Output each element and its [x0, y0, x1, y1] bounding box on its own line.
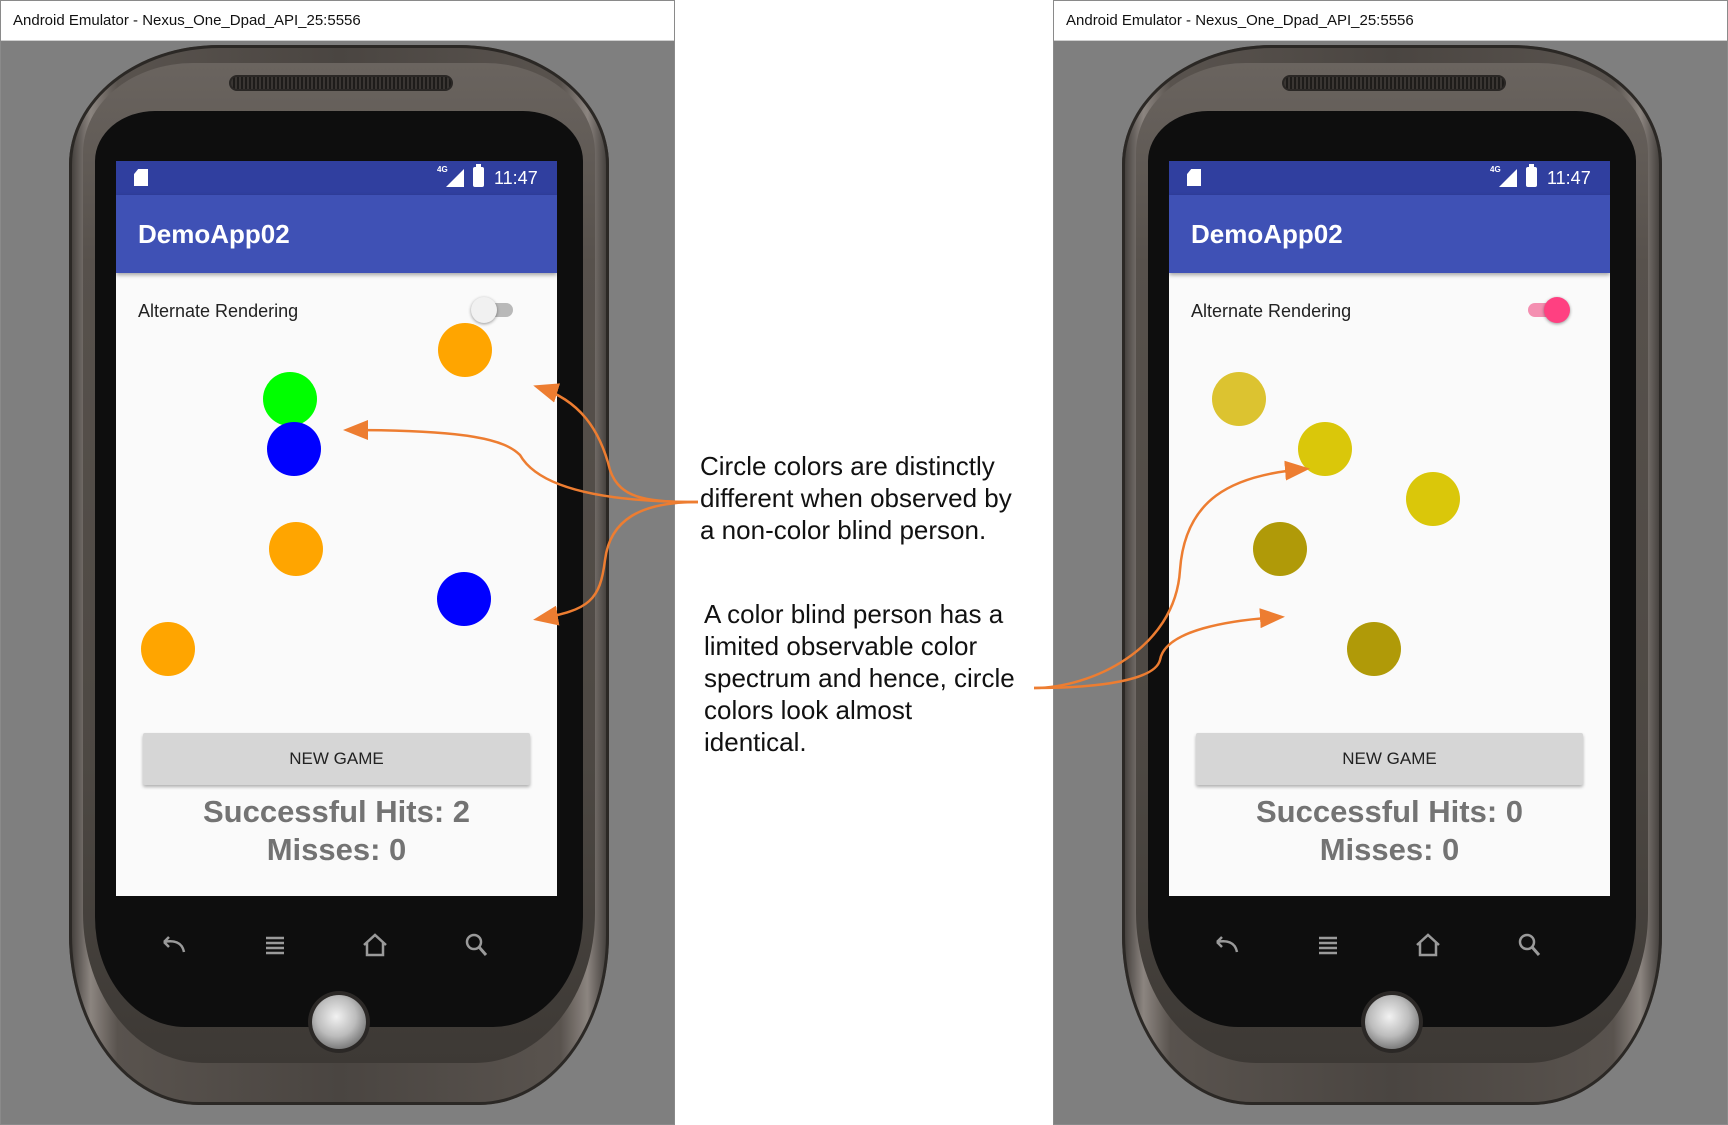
status-clock: 11:47: [494, 168, 538, 188]
hardware-nav-bar: [116, 915, 557, 975]
emulator-window-right: Android Emulator - Nexus_One_Dpad_API_25…: [1053, 0, 1728, 1125]
battery-icon: [473, 164, 484, 187]
back-icon[interactable]: [156, 930, 190, 960]
successful-hits-text: Successful Hits: 2: [202, 794, 471, 829]
misses-text: Misses: 0: [1319, 832, 1460, 867]
game-circle[interactable]: [1298, 422, 1352, 476]
annotation-line: spectrum and hence, circle: [704, 663, 1015, 693]
status-clock: 11:47: [1547, 168, 1591, 188]
annotation-line: colors look almost: [704, 695, 913, 725]
annotation-line: Circle colors are distinctly: [700, 451, 995, 481]
game-circle[interactable]: [263, 372, 317, 426]
search-icon[interactable]: [1513, 930, 1547, 960]
app-bar: DemoApp02: [116, 195, 557, 273]
home-icon[interactable]: [1411, 930, 1445, 960]
status-bar: 4G 11:47: [116, 161, 557, 195]
game-circle[interactable]: [438, 323, 492, 377]
alternate-rendering-switch[interactable]: [471, 295, 517, 325]
annotation-line: identical.: [704, 727, 807, 757]
game-circle[interactable]: [269, 522, 323, 576]
menu-icon[interactable]: [1311, 930, 1345, 960]
search-icon[interactable]: [460, 930, 494, 960]
emulator-window-left: Android Emulator - Nexus_One_Dpad_API_25…: [0, 0, 675, 1125]
device-screen: 4G 11:47 DemoApp02 Alternate Rendering N…: [1169, 161, 1610, 896]
successful-hits-text: Successful Hits: 0: [1255, 794, 1524, 829]
earpiece-speaker: [1282, 75, 1506, 91]
alternate-rendering-label: Alternate Rendering: [138, 301, 299, 321]
sd-card-icon: [134, 169, 148, 186]
score-display: Successful Hits: 2 Misses: 0: [116, 793, 557, 869]
annotation-line: a non-color blind person.: [700, 515, 987, 545]
misses-text: Misses: 0: [266, 832, 407, 867]
app-title: DemoApp02: [138, 219, 290, 249]
game-circle[interactable]: [1253, 522, 1307, 576]
game-circle[interactable]: [1406, 472, 1460, 526]
game-circle[interactable]: [1212, 372, 1266, 426]
app-bar: DemoApp02: [1169, 195, 1610, 273]
sd-card-icon: [1187, 169, 1201, 186]
battery-icon: [1526, 164, 1537, 187]
annotation-line: A color blind person has a: [704, 599, 1004, 629]
phone-frame: 4G 11:47 DemoApp02 Alternate Rendering N…: [69, 45, 609, 1105]
annotation-bottom: A color blind person has a limited obser…: [704, 598, 1015, 758]
switch-thumb: [471, 297, 497, 323]
device-screen: 4G 11:47 DemoApp02 Alternate Rendering N…: [116, 161, 557, 896]
alternate-rendering-switch[interactable]: [1524, 295, 1570, 325]
annotation-line: limited observable color: [704, 631, 978, 661]
signal-icon: [446, 169, 464, 187]
home-icon[interactable]: [358, 930, 392, 960]
app-title: DemoApp02: [1191, 219, 1343, 249]
game-circle[interactable]: [141, 622, 195, 676]
game-circle[interactable]: [1347, 622, 1401, 676]
switch-thumb: [1544, 297, 1570, 323]
annotation-line: different when observed by: [700, 483, 1012, 513]
home-button[interactable]: [312, 995, 366, 1049]
signal-icon: [1499, 169, 1517, 187]
new-game-button[interactable]: NEW GAME: [1196, 733, 1583, 785]
new-game-button[interactable]: NEW GAME: [143, 733, 530, 785]
earpiece-speaker: [229, 75, 453, 91]
game-circle[interactable]: [437, 572, 491, 626]
score-display: Successful Hits: 0 Misses: 0: [1169, 793, 1610, 869]
game-circle[interactable]: [267, 422, 321, 476]
phone-frame: 4G 11:47 DemoApp02 Alternate Rendering N…: [1122, 45, 1662, 1105]
status-bar: 4G 11:47: [1169, 161, 1610, 195]
alternate-rendering-label: Alternate Rendering: [1191, 301, 1352, 321]
window-title: Android Emulator - Nexus_One_Dpad_API_25…: [1054, 1, 1727, 41]
menu-icon[interactable]: [258, 930, 292, 960]
back-icon[interactable]: [1209, 930, 1243, 960]
home-button[interactable]: [1365, 995, 1419, 1049]
window-title: Android Emulator - Nexus_One_Dpad_API_25…: [1, 1, 674, 41]
hardware-nav-bar: [1169, 915, 1610, 975]
annotation-top: Circle colors are distinctly different w…: [700, 450, 1012, 546]
